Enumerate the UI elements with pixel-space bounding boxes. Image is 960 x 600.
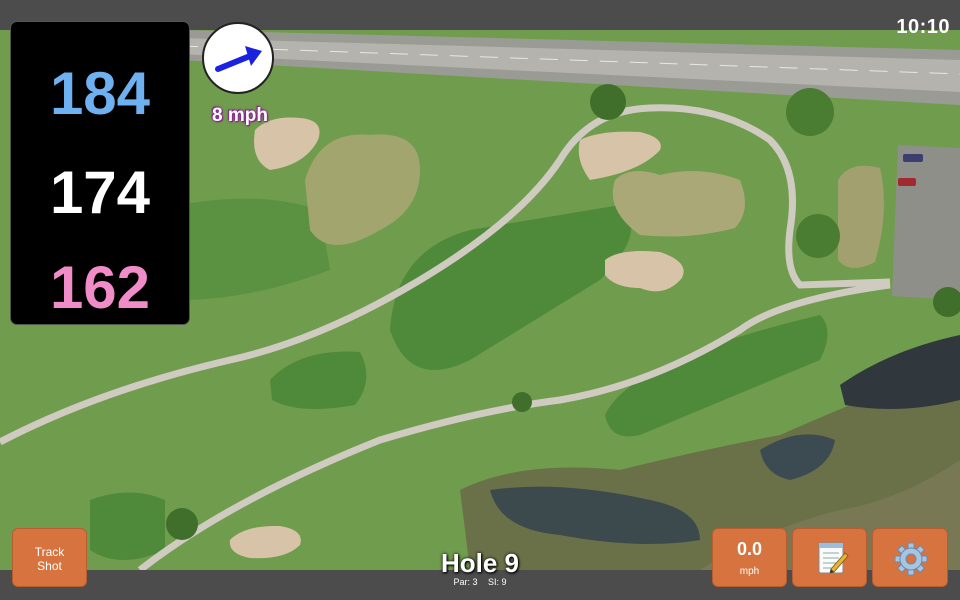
speed-button[interactable]: 0.0 mph bbox=[712, 528, 787, 587]
hole-title: Hole 9 bbox=[440, 548, 520, 578]
hole-meta: Par: 3 SI: 9 bbox=[380, 577, 580, 587]
hole-par: Par: 3 bbox=[453, 577, 478, 587]
speed-value: 0.0 bbox=[736, 539, 763, 559]
wind-speed-label: 8 mph bbox=[212, 105, 268, 126]
front-yardage: 162 bbox=[49, 254, 151, 321]
hole-si: SI: 9 bbox=[488, 577, 507, 587]
middle-yardage: 174 bbox=[49, 159, 151, 226]
settings-button[interactable] bbox=[872, 528, 948, 587]
notepad-icon bbox=[818, 542, 849, 574]
arrow-icon bbox=[215, 46, 262, 72]
gear-icon bbox=[894, 542, 928, 576]
back-yardage: 184 bbox=[49, 60, 151, 127]
notes-button[interactable] bbox=[792, 528, 867, 587]
speed-unit: mph bbox=[739, 566, 760, 577]
track-shot-button[interactable]: Track Shot bbox=[12, 528, 87, 587]
wind-direction-dial bbox=[202, 22, 274, 94]
track-shot-label: Track Shot bbox=[34, 545, 65, 573]
yardage-panel: 184 174 162 bbox=[11, 22, 189, 324]
clock: 10:10 bbox=[896, 16, 950, 38]
